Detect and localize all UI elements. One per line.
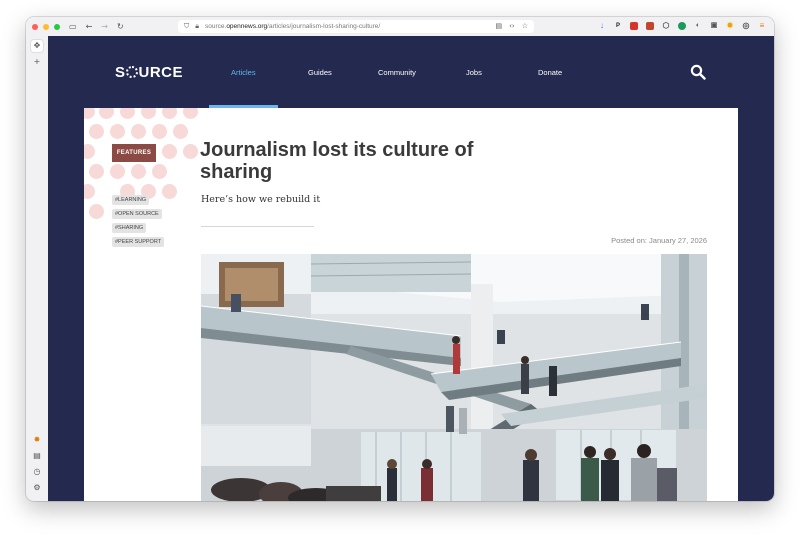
extensions-toolbar: ↓ P ⬡ ◐ ▣ ✸ ◎ ≡	[598, 22, 766, 30]
window-extension-icon[interactable]: ▣	[710, 22, 718, 30]
reader-view-icon[interactable]: ▤	[495, 22, 502, 30]
shield-extension-icon[interactable]	[646, 22, 654, 30]
url-text[interactable]: source.opennews.org/articles/journalism-…	[205, 23, 380, 30]
browser-window: ▭ ← → ↻ ⛉ 🔒︎ source.opennews.org/article…	[26, 17, 774, 501]
lock-icon[interactable]: 🔒︎	[195, 22, 199, 31]
browser-toolbar: ▭ ← → ↻ ⛉ 🔒︎ source.opennews.org/article…	[26, 17, 774, 36]
article-title: Journalism lost its culture of sharing	[200, 139, 474, 183]
tag-learning[interactable]: #LEARNING	[112, 195, 150, 205]
bookmark-star-icon[interactable]: ☆	[522, 22, 528, 30]
site-logo[interactable]: S URCE	[115, 64, 183, 81]
globe-extension-icon[interactable]: ◎	[742, 22, 750, 30]
nav-item-guides[interactable]: Guides	[308, 68, 332, 77]
address-bar-actions: ▤ ‹› ☆	[495, 22, 528, 30]
tag-open-source[interactable]: #OPEN SOURCE	[112, 209, 162, 219]
category-badge[interactable]: FEATURES	[112, 144, 156, 162]
sidebar-add-icon[interactable]: +	[31, 56, 43, 68]
nav-item-jobs[interactable]: Jobs	[466, 68, 482, 77]
sidebar-apps-icon[interactable]: ✥	[31, 40, 43, 52]
forward-arrow-icon[interactable]: →	[101, 22, 108, 31]
posted-date: Posted on: January 27, 2026	[611, 236, 707, 245]
article-card: FEATURES #LEARNING #OPEN SOURCE #SHARING…	[84, 108, 738, 501]
sidebar-history-icon[interactable]: ◷	[31, 466, 43, 478]
sidebar-settings-icon[interactable]: ⚙	[31, 482, 43, 494]
search-icon[interactable]	[690, 64, 706, 80]
tag-list: #LEARNING #OPEN SOURCE #SHARING #PEER SU…	[112, 195, 165, 251]
nav-item-donate[interactable]: Donate	[538, 68, 562, 77]
minimize-window-button[interactable]	[43, 23, 49, 30]
maximize-window-button[interactable]	[54, 23, 60, 30]
reload-icon[interactable]: ↻	[117, 22, 124, 31]
sidebar-toggle-icon[interactable]: ▭	[69, 22, 77, 31]
title-divider	[201, 226, 314, 227]
browser-sidebar: ✥ + ✸ ▤ ◷ ⚙	[26, 36, 48, 501]
tag-sharing[interactable]: #SHARING	[112, 223, 147, 233]
nav-item-community[interactable]: Community	[378, 68, 416, 77]
green-extension-icon[interactable]	[678, 22, 686, 30]
p-extension-icon[interactable]: P	[614, 22, 622, 30]
nav-item-articles[interactable]: Articles	[231, 68, 256, 77]
red-extension-icon[interactable]	[630, 22, 638, 30]
puzzle-extension-icon[interactable]: ⬡	[662, 22, 670, 30]
window-controls	[32, 23, 60, 30]
article-subtitle: Here’s how we rebuild it	[201, 194, 321, 205]
mask-extension-icon[interactable]: ◐	[694, 22, 702, 30]
sidebar-extension-icon[interactable]: ✸	[31, 434, 43, 446]
sidebar-reader-icon[interactable]: ▤	[31, 450, 43, 462]
code-icon[interactable]: ‹›	[509, 22, 515, 30]
close-window-button[interactable]	[32, 23, 38, 30]
article-hero-image	[201, 254, 707, 501]
back-arrow-icon[interactable]: ←	[86, 22, 93, 31]
address-bar[interactable]: ⛉ 🔒︎ source.opennews.org/articles/journa…	[178, 20, 534, 33]
download-icon[interactable]: ↓	[598, 22, 606, 30]
web-page: S URCE Articles Guides Community Jobs Don…	[48, 36, 774, 501]
shield-icon[interactable]: ⛉	[184, 22, 189, 31]
tag-peer-support[interactable]: #PEER SUPPORT	[112, 237, 165, 247]
lightbulb-extension-icon[interactable]: ✸	[726, 22, 734, 30]
menu-extension-icon[interactable]: ≡	[758, 22, 766, 30]
